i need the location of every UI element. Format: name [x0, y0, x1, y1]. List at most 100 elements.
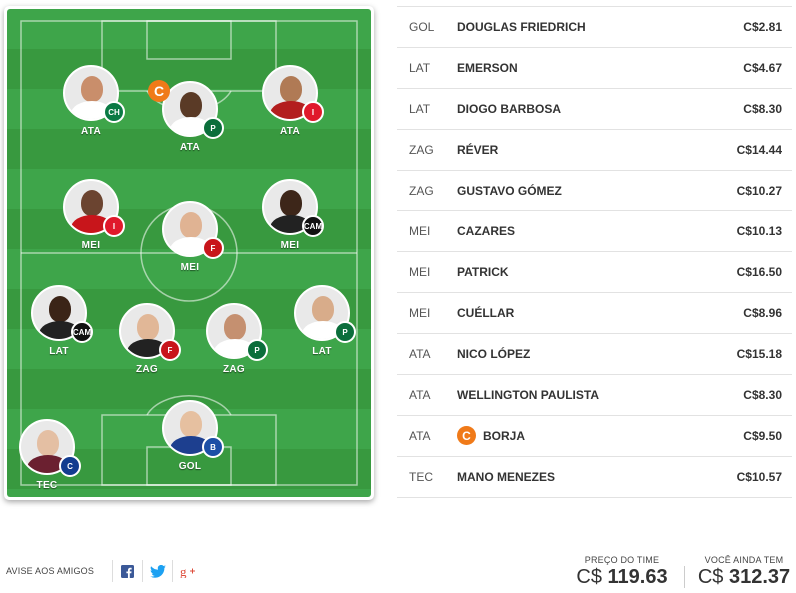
roster-price: C$4.67: [743, 60, 782, 75]
roster-row[interactable]: ATA WELLINGTON PAULISTA C$8.30: [397, 375, 792, 416]
player-head: [224, 314, 246, 340]
roster-position: LAT: [409, 101, 431, 116]
roster-position: ZAG: [409, 183, 434, 198]
player-position-label: MEI: [280, 240, 300, 251]
share-bar: AVISE AOS AMIGOS g: [6, 560, 202, 582]
player-head: [280, 76, 302, 102]
player-head: [81, 190, 103, 216]
player-head: [180, 411, 202, 437]
roster-row[interactable]: ZAG RÉVER C$14.44: [397, 130, 792, 171]
player-position-label: ATA: [81, 126, 101, 137]
club-crest-icon: P: [246, 339, 268, 361]
roster-row[interactable]: LAT DIOGO BARBOSA C$8.30: [397, 89, 792, 130]
player-card-gol[interactable]: B GOL: [160, 400, 224, 474]
roster-player-name: DOUGLAS FRIEDRICH: [457, 19, 586, 34]
player-card-lat-2[interactable]: P LAT: [292, 285, 356, 359]
facebook-share-button[interactable]: [112, 560, 142, 582]
player-head: [81, 76, 103, 102]
roster-row[interactable]: ATA NICO LÓPEZ C$15.18: [397, 334, 792, 376]
player-position-label: MEI: [81, 240, 101, 251]
roster-price: C$8.30: [743, 387, 782, 402]
player-card-lat-1[interactable]: CAM LAT: [29, 285, 93, 359]
googleplus-icon: g: [180, 565, 195, 578]
roster-player-name: NICO LÓPEZ: [457, 347, 531, 362]
soccer-field: CH ATA P ATA C I ATA I MEI F MEI CAM MEI…: [7, 9, 371, 497]
twitter-share-button[interactable]: [142, 560, 172, 582]
facebook-icon: [121, 564, 135, 578]
roster-position: GOL: [409, 19, 435, 34]
roster-position: ZAG: [409, 142, 434, 157]
svg-text:g: g: [180, 565, 187, 578]
share-label: AVISE AOS AMIGOS: [6, 566, 95, 576]
player-head: [37, 430, 59, 456]
roster-row[interactable]: MEI CUÉLLAR C$8.96: [397, 293, 792, 335]
team-price-value: C$ 119.63: [576, 566, 668, 588]
player-position-label: MEI: [180, 262, 200, 273]
team-price-caption: PREÇO DO TIME: [584, 555, 660, 565]
roster-position: ATA: [409, 347, 431, 362]
roster-row[interactable]: GOL DOUGLAS FRIEDRICH C$2.81: [397, 7, 792, 48]
roster-price: C$10.13: [736, 224, 782, 239]
roster-price: C$8.96: [743, 306, 782, 321]
player-position-label: GOL: [178, 461, 202, 472]
roster-player-name: MANO MENEZES: [457, 469, 556, 484]
roster-row[interactable]: TEC MANO MENEZES C$10.57: [397, 457, 792, 498]
roster-price: C$9.50: [743, 428, 782, 443]
club-crest-icon: P: [334, 321, 356, 343]
roster-price: C$14.44: [736, 142, 782, 157]
captain-badge-icon: C: [148, 80, 170, 102]
roster-position: ATA: [409, 428, 431, 443]
player-position-label: ZAG: [135, 364, 158, 375]
captain-badge-icon: C: [457, 426, 476, 446]
roster-row[interactable]: ATA C BORJA C$9.50: [397, 416, 792, 457]
club-crest-icon: CH: [103, 101, 125, 123]
player-position-label: ATA: [180, 142, 200, 153]
player-position-label: TEC: [36, 480, 58, 491]
googleplus-share-button[interactable]: g: [172, 560, 202, 582]
club-crest-icon: I: [103, 215, 125, 237]
remaining-budget-block: VOCÊ AINDA TEM C$ 312.37: [694, 555, 794, 589]
roster-price: C$8.30: [743, 101, 782, 116]
player-position-label: LAT: [312, 346, 332, 357]
club-crest-icon: C: [59, 455, 81, 477]
roster-price: C$15.18: [736, 347, 782, 362]
player-head: [280, 190, 302, 216]
roster-row[interactable]: MEI CAZARES C$10.13: [397, 211, 792, 253]
club-crest-icon: CAM: [71, 321, 93, 343]
roster-player-name: GUSTAVO GÓMEZ: [457, 183, 562, 198]
roster-row[interactable]: ZAG GUSTAVO GÓMEZ C$10.27: [397, 171, 792, 212]
player-position-label: ATA: [280, 126, 300, 137]
player-head: [180, 92, 202, 118]
player-card-mei-2[interactable]: F MEI: [160, 201, 224, 275]
roster-row[interactable]: LAT EMERSON C$4.67: [397, 48, 792, 89]
roster-player-name: DIOGO BARBOSA: [457, 101, 562, 116]
coach-card-tec[interactable]: C TEC: [17, 419, 81, 493]
team-price-block: PREÇO DO TIME C$ 119.63: [574, 555, 670, 589]
roster-player-name: CUÉLLAR: [457, 306, 515, 321]
roster-row[interactable]: MEI PATRICK C$16.50: [397, 252, 792, 294]
player-card-zag-1[interactable]: F ZAG: [117, 303, 181, 377]
player-card-ata-1[interactable]: CH ATA: [61, 65, 125, 139]
player-position-label: ZAG: [222, 364, 245, 375]
club-crest-icon: F: [202, 237, 224, 259]
roster-player-name: RÉVER: [457, 142, 499, 157]
club-crest-icon: F: [159, 339, 181, 361]
player-position-label: LAT: [49, 346, 69, 357]
player-card-zag-2[interactable]: P ZAG: [204, 303, 268, 377]
remaining-budget-value: C$ 312.37: [697, 566, 791, 588]
roster-position: MEI: [409, 265, 431, 280]
player-card-mei-1[interactable]: I MEI: [61, 179, 125, 253]
remaining-budget-caption: VOCÊ AINDA TEM: [704, 555, 784, 565]
player-card-ata-3[interactable]: I ATA: [260, 65, 324, 139]
roster-player-name: EMERSON: [457, 60, 518, 75]
roster-position: MEI: [409, 306, 431, 321]
club-crest-icon: I: [302, 101, 324, 123]
player-card-mei-3[interactable]: CAM MEI: [260, 179, 324, 253]
player-head: [312, 296, 334, 322]
roster-player-name: C BORJA: [457, 426, 712, 446]
roster-position: MEI: [409, 224, 431, 239]
club-crest-icon: P: [202, 117, 224, 139]
roster-list: GOL DOUGLAS FRIEDRICH C$2.81 LAT EMERSON…: [397, 6, 792, 498]
roster-position: TEC: [409, 469, 433, 484]
club-crest-icon: B: [202, 436, 224, 458]
